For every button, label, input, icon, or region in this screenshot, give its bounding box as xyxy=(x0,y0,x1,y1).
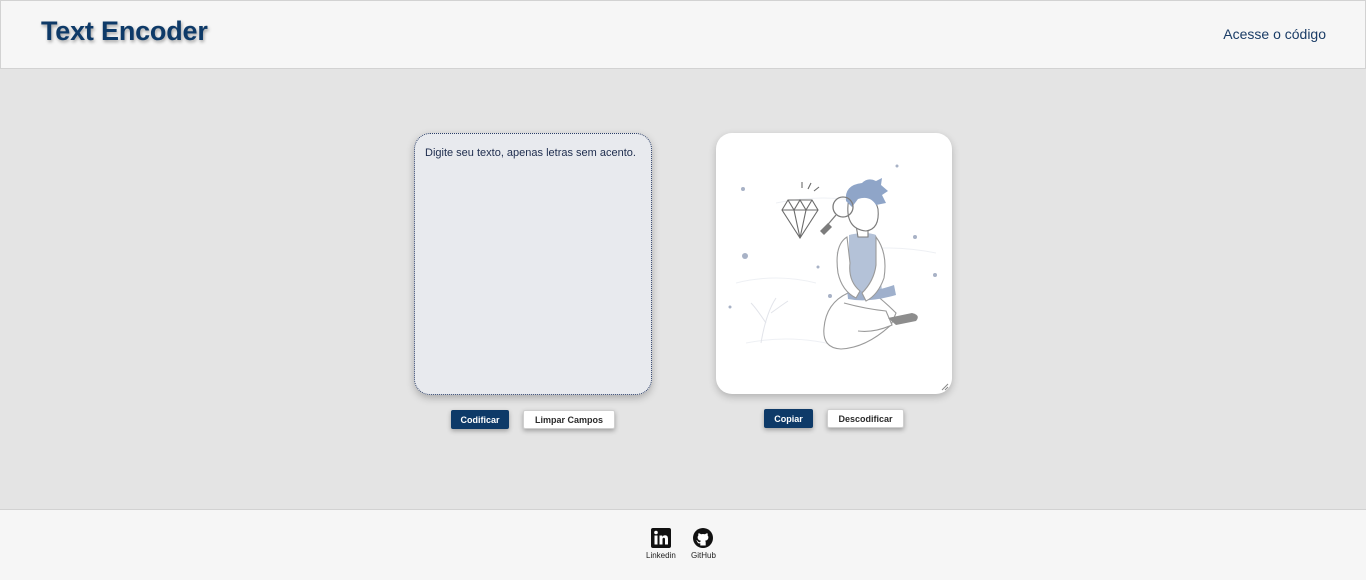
text-input[interactable] xyxy=(414,133,652,395)
encode-button[interactable]: Codificar xyxy=(451,410,509,429)
linkedin-icon xyxy=(650,528,671,548)
main-content: Codificar Limpar Campos Copiar Descodifi… xyxy=(0,69,1366,509)
page-header: Text Encoder Acesse o código xyxy=(0,0,1366,69)
decode-button[interactable]: Descodificar xyxy=(827,409,904,428)
person-magnifier-illustration xyxy=(728,164,937,350)
github-link[interactable]: GitHub xyxy=(691,528,716,560)
output-panel[interactable] xyxy=(716,133,952,394)
clear-fields-button[interactable]: Limpar Campos xyxy=(523,410,615,429)
resize-grip-icon[interactable] xyxy=(941,383,949,391)
linkedin-label: Linkedin xyxy=(646,551,676,560)
page-footer: Linkedin GitHub xyxy=(0,509,1366,580)
app-title: Text Encoder xyxy=(41,16,208,46)
source-code-link[interactable]: Acesse o código xyxy=(1223,26,1326,42)
copy-button[interactable]: Copiar xyxy=(764,409,813,428)
github-icon xyxy=(693,528,714,548)
github-label: GitHub xyxy=(691,551,716,560)
linkedin-link[interactable]: Linkedin xyxy=(646,528,676,560)
